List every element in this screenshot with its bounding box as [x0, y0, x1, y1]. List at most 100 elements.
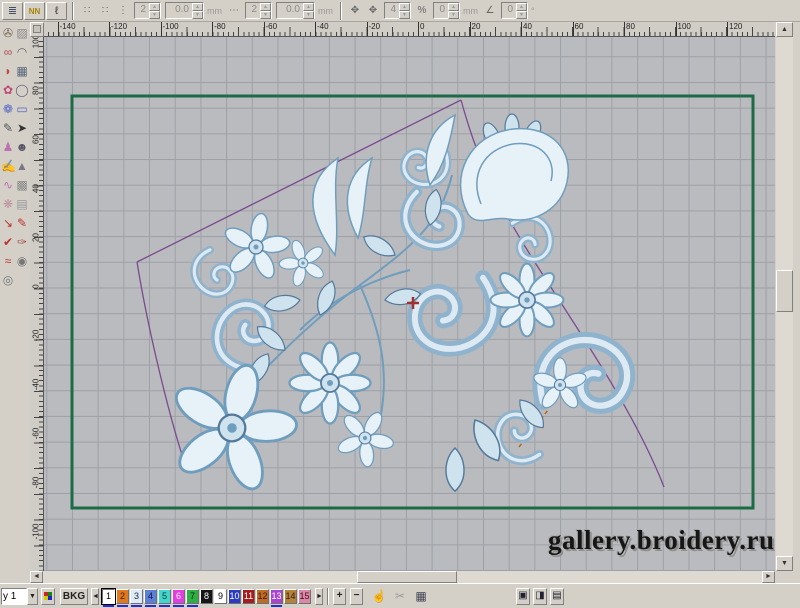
thread-color-15[interactable]: 15 — [298, 588, 311, 604]
vertical-dots-icon[interactable]: ⋮ — [115, 5, 131, 16]
add-color-button[interactable]: + — [333, 587, 346, 605]
param-field-1[interactable]: 2 ▲ ▼ — [134, 2, 161, 19]
grid-move-icon[interactable]: ▦ — [410, 588, 432, 605]
thread-color-5[interactable]: 5 — [158, 588, 171, 607]
thread-color-2[interactable]: 2 — [116, 588, 129, 607]
red-arrow-tool-icon[interactable]: ↘ — [1, 214, 15, 233]
texture-tool-icon[interactable]: ▤ — [15, 195, 29, 214]
hand-pointer-icon[interactable]: ☝ — [368, 588, 390, 605]
rings-tool-icon[interactable]: ◉ — [15, 252, 29, 271]
ellipsis-icon[interactable]: ⋯ — [226, 5, 242, 16]
thread-color-14[interactable]: 14 — [284, 588, 297, 604]
used-color-underline — [271, 604, 282, 607]
vertical-scrollbar[interactable]: ▲ ▼ — [776, 22, 793, 571]
param-field-4[interactable]: 0.0 ▲ ▼ — [276, 2, 315, 19]
ruler-corner — [30, 22, 44, 37]
stitch-marks-tool-button[interactable]: ≣ — [2, 1, 23, 20]
thread-color-4[interactable]: 4 — [144, 588, 157, 607]
hand-draw-tool-icon[interactable]: ✍ — [1, 157, 16, 176]
view-button-2[interactable]: ◨ — [533, 587, 547, 605]
spray-tool-icon[interactable]: ❋ — [1, 195, 15, 214]
scroll-left-button[interactable]: ◄ — [30, 571, 43, 583]
move-icon-1[interactable]: ✥ — [347, 5, 363, 16]
density-icon: NN — [28, 6, 41, 16]
length-curve-tool-button[interactable]: ℓ — [46, 1, 67, 20]
bird-tool-icon[interactable]: ➤ — [15, 119, 29, 138]
move-icon-2[interactable]: ✥ — [365, 5, 381, 16]
thread-color-13[interactable]: 13 — [270, 588, 283, 607]
spinner-arrows[interactable]: ▲ ▼ — [448, 3, 459, 19]
pencil-tool-icon[interactable]: ✎ — [1, 119, 15, 138]
design-colors-button[interactable] — [41, 587, 55, 605]
swirl-tool-icon[interactable]: ∿ — [1, 176, 15, 195]
spinner-arrows[interactable]: ▲ ▼ — [399, 3, 410, 19]
thread-color-7[interactable]: 7 — [186, 588, 199, 607]
thread-loop-tool-icon[interactable]: ∞ — [1, 43, 15, 62]
thread-color-9[interactable]: 9 — [214, 588, 227, 604]
figure-tool-icon[interactable]: ♟ — [1, 138, 15, 157]
used-color-underline — [187, 604, 198, 607]
palette-scroll-left-button[interactable]: ◄ — [91, 587, 99, 605]
spinner-arrows[interactable]: ▲ ▼ — [303, 3, 314, 19]
param-field-3[interactable]: 2 ▲ ▼ — [245, 2, 272, 19]
remove-color-button[interactable]: − — [350, 587, 363, 605]
rect-tool-icon[interactable]: ▭ — [15, 100, 29, 119]
thread-color-12[interactable]: 12 — [256, 588, 269, 604]
thread-color-10[interactable]: 10 — [228, 588, 241, 604]
used-color-underline — [145, 604, 156, 607]
ruler-left-label: 80 — [31, 86, 41, 95]
check-tool-icon[interactable]: ✔ — [1, 233, 15, 252]
scroll-down-button[interactable]: ▼ — [776, 556, 793, 571]
horizontal-scroll-thumb[interactable] — [357, 571, 457, 583]
design-selector-dropdown-icon[interactable]: ▼ — [27, 587, 38, 605]
spinner-arrows[interactable]: ▲ ▼ — [260, 3, 271, 19]
flower-tool-icon[interactable]: ✿ — [1, 81, 15, 100]
spinner-arrows[interactable]: ▲ ▼ — [149, 3, 160, 19]
background-color-button[interactable]: BKG — [60, 587, 88, 605]
curve-tool-icon[interactable]: ◠ — [15, 43, 29, 62]
scribble-tool-icon[interactable]: ≈ — [1, 252, 15, 271]
dot-pencil-tool-icon[interactable]: ✑ — [15, 233, 29, 252]
align-dots-icon[interactable]: ∷ — [79, 5, 95, 16]
design-selector[interactable]: y 1 — [1, 587, 27, 605]
thread-color-3[interactable]: 3 — [130, 588, 143, 607]
ring-tool-icon[interactable]: ◎ — [1, 271, 15, 290]
used-color-underline — [159, 604, 170, 607]
param-field-6[interactable]: 0 ▲ ▼ — [433, 2, 460, 19]
palette-scroll-right-button[interactable]: ► — [315, 587, 323, 605]
ruler-left-label: -60 — [31, 427, 41, 440]
thread-color-6[interactable]: 6 — [172, 588, 185, 607]
thread-color-1[interactable]: 1 — [101, 587, 116, 607]
design-canvas[interactable]: gallery.broidery.ru — [44, 37, 775, 571]
align-dots-icon-2[interactable]: ∷ — [97, 5, 113, 16]
spinner-arrows[interactable]: ▲ ▼ — [192, 3, 203, 19]
param-field-5[interactable]: 4 ▲ ▼ — [384, 2, 411, 19]
density-tool-button[interactable]: NN — [24, 1, 45, 20]
scroll-right-button[interactable]: ► — [762, 571, 775, 583]
ruler-top-label: 0 — [418, 22, 424, 36]
param-field-7[interactable]: 0 ▲ ▼ — [501, 2, 528, 19]
ellipse-tool-icon[interactable]: ◯ — [15, 81, 29, 100]
view-button-1[interactable]: ▣ — [516, 587, 530, 605]
vertical-scroll-thumb[interactable] — [776, 270, 793, 312]
bean-stitch-tool-icon[interactable]: ◗ — [1, 62, 15, 81]
param-field-2[interactable]: 0.0 ▲ ▼ — [165, 2, 204, 19]
spinner-arrows[interactable]: ▲ ▼ — [516, 3, 527, 19]
unit-label-mm-3: mm — [463, 5, 478, 16]
lasso-tool-icon[interactable]: ✇ — [1, 24, 15, 43]
pattern-tool-icon[interactable]: ▩ — [15, 176, 29, 195]
scroll-up-button[interactable]: ▲ — [776, 22, 793, 37]
thread-color-8[interactable]: 8 — [200, 588, 213, 604]
image-tool-icon[interactable]: ▦ — [15, 62, 29, 81]
petal-tool-icon[interactable]: ❁ — [1, 100, 15, 119]
ruler-left-label: 20 — [31, 233, 41, 242]
horizontal-scrollbar[interactable]: ◄ ► — [30, 571, 775, 583]
mountain-tool-icon[interactable]: ▲ — [15, 157, 29, 176]
red-pencil-tool-icon[interactable]: ✎ — [15, 214, 29, 233]
param-value-7: 0 — [507, 4, 513, 15]
hatch-tool-icon[interactable]: ▨ — [15, 24, 29, 43]
view-button-3[interactable]: ▤ — [550, 587, 564, 605]
people-tool-icon[interactable]: ☻ — [15, 138, 29, 157]
ruler-top-label: -40 — [315, 22, 329, 36]
thread-color-11[interactable]: 11 — [242, 588, 255, 604]
